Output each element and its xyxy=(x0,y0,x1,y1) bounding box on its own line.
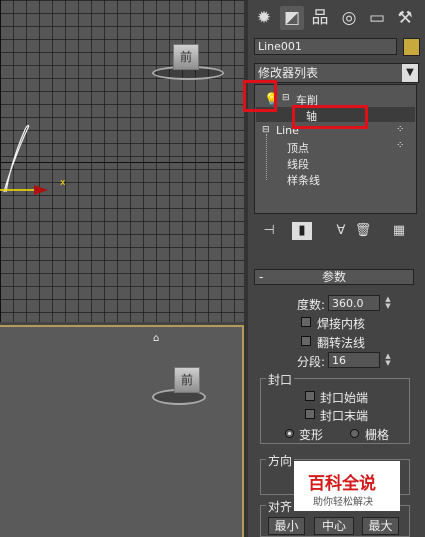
viewport-top[interactable]: 前 x xyxy=(0,0,244,322)
display-icon[interactable]: ▭ xyxy=(365,6,389,30)
segments-spinner[interactable]: ▲ ▼ xyxy=(383,353,393,367)
viewport-perspective[interactable]: ⌂ 前 xyxy=(0,325,244,537)
weld-core-label: 焊接内核 xyxy=(317,317,366,331)
modifier-list-label: 修改器列表 xyxy=(258,66,319,80)
modifier-list-dropdown[interactable]: 修改器列表 xyxy=(254,63,419,83)
segments-input[interactable]: 16 xyxy=(328,352,380,368)
weld-core-checkbox[interactable] xyxy=(301,317,311,327)
vertex-dots-icon: ⁘ xyxy=(396,124,405,135)
viewcube[interactable]: 前 xyxy=(174,367,200,393)
make-unique-icon[interactable]: ∀ xyxy=(332,222,350,240)
viewcube-label: 前 xyxy=(179,50,192,64)
stack-item-vertex[interactable]: 顶点 xyxy=(287,140,309,156)
align-min-button[interactable]: 最小 xyxy=(268,517,305,535)
flip-normals-checkbox[interactable] xyxy=(301,336,311,346)
home-icon[interactable]: ⌂ xyxy=(153,333,159,344)
configure-sets-icon[interactable]: ▦ xyxy=(389,222,409,240)
degrees-spinner[interactable]: ▲ ▼ xyxy=(383,296,393,310)
grid-radio[interactable] xyxy=(350,429,359,438)
watermark-slogan: 助你轻松解决 xyxy=(313,497,373,508)
watermark: 百科全说 助你轻松解决 xyxy=(294,461,400,511)
object-name-value: Line001 xyxy=(258,40,302,53)
cap-end-label: 封口末端 xyxy=(320,409,369,423)
remove-modifier-icon[interactable]: 🗑 xyxy=(354,222,372,240)
rollout-parameters[interactable]: - 参数 xyxy=(254,269,414,285)
chevron-down-icon[interactable]: ▼ xyxy=(402,64,418,82)
degrees-input[interactable]: 360.0 xyxy=(328,295,380,311)
flip-normals-label: 翻转法线 xyxy=(317,336,366,350)
rollout-title: 参数 xyxy=(321,270,346,284)
highlight-box-axis xyxy=(292,105,368,129)
cap-end-checkbox[interactable] xyxy=(305,409,315,419)
segments-label: 分段: xyxy=(297,355,326,369)
tree-line xyxy=(266,134,268,180)
align-title: 对齐 xyxy=(266,498,295,515)
motion-icon[interactable]: ◎ xyxy=(337,6,361,30)
show-end-result-icon[interactable]: ▮ xyxy=(292,222,312,240)
object-name-input[interactable]: Line001 xyxy=(254,38,397,55)
cap-start-checkbox[interactable] xyxy=(305,391,315,401)
modify-icon[interactable]: ◩ xyxy=(280,6,304,30)
hierarchy-icon[interactable]: 品 xyxy=(308,6,332,30)
viewcube[interactable]: 前 xyxy=(173,44,199,70)
object-color-swatch[interactable] xyxy=(403,38,420,56)
vertex-dots-icon: ⁘ xyxy=(396,140,405,151)
pin-stack-icon[interactable]: ⊣ xyxy=(259,222,279,240)
direction-title: 方向 xyxy=(266,452,295,469)
align-center-button[interactable]: 中心 xyxy=(314,517,354,535)
utilities-icon[interactable]: ⚒ xyxy=(393,6,417,30)
degrees-label: 度数: xyxy=(297,298,326,312)
axis-x-label: x xyxy=(60,178,66,188)
viewcube-label: 前 xyxy=(180,373,193,387)
align-max-button[interactable]: 最大 xyxy=(362,517,399,535)
collapse-icon[interactable]: ⊟ xyxy=(282,93,290,103)
stack-item-segment[interactable]: 线段 xyxy=(287,156,309,172)
segments-value: 16 xyxy=(332,354,346,367)
cap-start-label: 封口始端 xyxy=(320,391,369,405)
stack-item-spline[interactable]: 样条线 xyxy=(287,172,320,188)
spline-shape xyxy=(0,124,48,195)
degrees-value: 360.0 xyxy=(332,297,364,310)
grid-label: 栅格 xyxy=(365,428,390,442)
watermark-brand: 百科全说 xyxy=(308,474,376,494)
highlight-box-bulb xyxy=(243,80,277,112)
collapse-minus-icon: - xyxy=(259,270,264,284)
capping-title: 封口 xyxy=(266,371,295,388)
create-icon[interactable]: ✹ xyxy=(252,6,276,30)
morph-label: 变形 xyxy=(299,428,324,442)
morph-radio[interactable] xyxy=(285,429,294,438)
